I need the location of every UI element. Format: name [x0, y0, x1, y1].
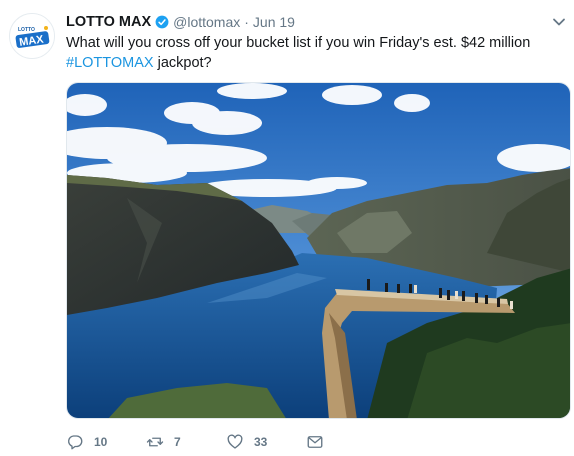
tweet-text-line-2: #LOTTOMAX jackpot?: [66, 53, 566, 73]
like-count: 33: [254, 435, 268, 449]
chevron-down-icon[interactable]: [551, 14, 567, 30]
display-name[interactable]: LOTTO MAX: [66, 14, 151, 30]
reply-button[interactable]: 10: [66, 432, 107, 452]
avatar[interactable]: LOTTO MAX: [9, 13, 55, 59]
tweet-header: LOTTO MAX @lottomax · Jun 19: [66, 12, 295, 32]
heart-icon: [227, 434, 243, 449]
tweet-date[interactable]: Jun 19: [253, 14, 295, 30]
direct-message-button[interactable]: [306, 432, 324, 452]
tweet-text-rest: jackpot?: [153, 55, 212, 71]
tweet-text: What will you cross off your bucket list…: [66, 33, 566, 73]
separator-dot: ·: [244, 14, 249, 30]
retweet-icon: [146, 437, 164, 447]
like-button[interactable]: 33: [226, 432, 267, 452]
tweet-actions: 10 7 33: [66, 432, 366, 452]
fjord-viewpoint-photo: [67, 83, 570, 418]
hashtag-link[interactable]: #LOTTOMAX: [66, 55, 154, 71]
reply-count: 10: [94, 435, 108, 449]
retweet-button[interactable]: 7: [146, 432, 181, 452]
avatar-small-text: LOTTO: [18, 27, 35, 33]
lotto-max-logo: LOTTO MAX: [10, 14, 54, 58]
tweet-photo[interactable]: [66, 82, 571, 419]
handle[interactable]: @lottomax: [173, 14, 240, 30]
retweet-count: 7: [174, 435, 181, 449]
tweet-text-line-1: What will you cross off your bucket list…: [66, 35, 531, 51]
reply-icon: [68, 435, 83, 450]
verified-badge-icon: [155, 15, 169, 29]
envelope-icon: [307, 436, 323, 448]
tweet[interactable]: LOTTO MAX LOTTO MAX @lottomax · Jun 19 W…: [0, 0, 574, 456]
